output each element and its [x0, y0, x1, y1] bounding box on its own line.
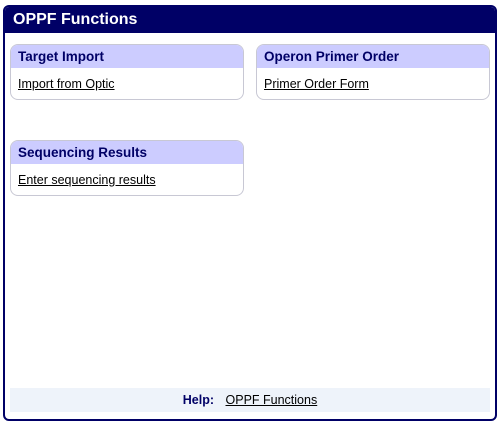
- import-from-optic-link[interactable]: Import from Optic: [18, 77, 115, 91]
- operon-primer-order-box: Operon Primer Order Primer Order Form: [256, 44, 490, 100]
- target-import-title: Target Import: [11, 45, 243, 68]
- oppf-functions-panel: OPPF Functions Target Import Import from…: [3, 5, 497, 421]
- primer-order-form-link[interactable]: Primer Order Form: [264, 77, 369, 91]
- sequencing-results-box: Sequencing Results Enter sequencing resu…: [10, 140, 244, 196]
- sequencing-results-title: Sequencing Results: [11, 141, 243, 164]
- help-label: Help:: [182, 393, 215, 407]
- panel-title: OPPF Functions: [5, 7, 495, 33]
- enter-sequencing-results-link[interactable]: Enter sequencing results: [18, 173, 156, 187]
- help-bar: Help: OPPF Functions: [10, 388, 490, 412]
- target-import-box: Target Import Import from Optic: [10, 44, 244, 100]
- operon-primer-order-title: Operon Primer Order: [257, 45, 489, 68]
- help-oppf-functions-link[interactable]: OPPF Functions: [226, 393, 318, 407]
